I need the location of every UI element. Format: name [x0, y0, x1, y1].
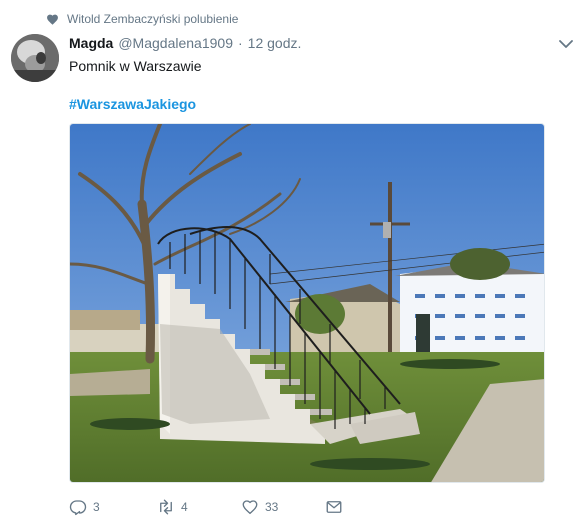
tweet-header: Magda @Magdalena1909 · 12 godz. — [69, 35, 301, 53]
reply-icon — [69, 500, 87, 516]
retweet-icon — [160, 499, 172, 515]
author-name[interactable]: Magda — [69, 35, 113, 51]
avatar[interactable] — [11, 34, 59, 82]
social-context-text[interactable]: Witold Zembaczyński polubienie — [67, 12, 238, 26]
direct-message-button[interactable] — [325, 498, 365, 516]
tweet-text: Pomnik w Warszawie — [69, 58, 202, 74]
author-handle[interactable]: @Magdalena1909 — [118, 35, 233, 51]
retweet-button[interactable]: 4 — [157, 498, 241, 516]
chevron-down-icon[interactable] — [559, 39, 573, 49]
heart-outline-icon — [242, 500, 258, 515]
photo-stairs-to-nowhere — [70, 124, 544, 482]
like-button[interactable]: 33 — [241, 498, 325, 516]
reply-button[interactable]: 3 — [69, 498, 157, 516]
reply-count: 3 — [93, 500, 100, 514]
heart-icon — [47, 14, 58, 25]
tweet-photo[interactable] — [69, 123, 545, 483]
separator-dot: · — [237, 35, 243, 51]
social-context: Witold Zembaczyński polubienie — [46, 11, 238, 27]
like-count: 33 — [265, 500, 279, 514]
avatar-image — [11, 34, 59, 82]
tweet-card[interactable]: Witold Zembaczyński polubienie Magda @Ma… — [0, 0, 588, 519]
timestamp[interactable]: 12 godz. — [248, 35, 302, 51]
envelope-icon — [326, 501, 342, 513]
tweet-actions: 3 4 33 — [69, 497, 365, 517]
retweet-count: 4 — [181, 500, 188, 514]
hashtag-link[interactable]: #WarszawaJakiego — [69, 96, 196, 112]
